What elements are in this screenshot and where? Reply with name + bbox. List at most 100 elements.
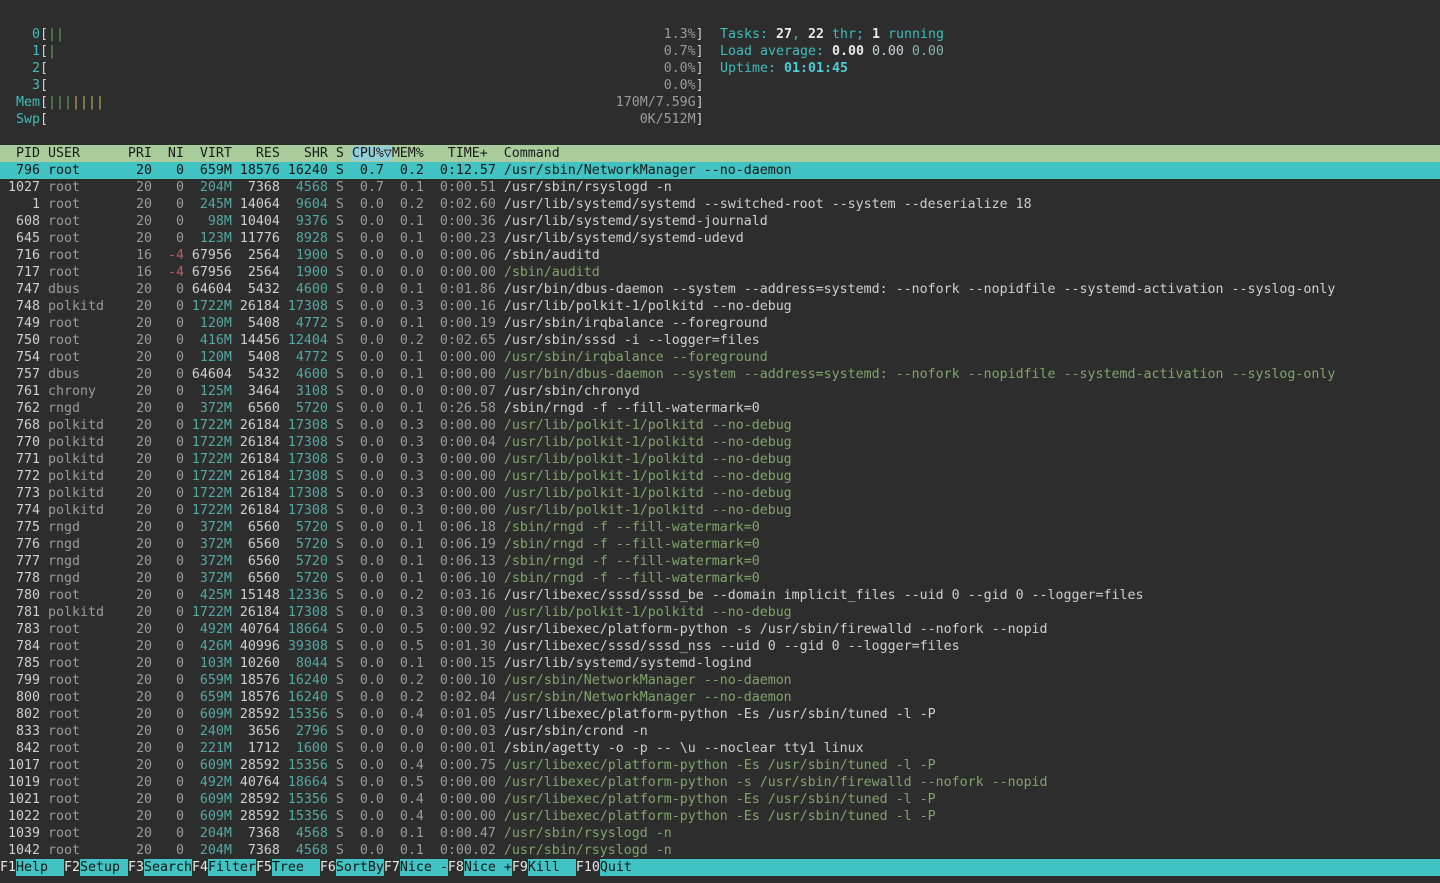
cell-mem: 0.1 (384, 571, 424, 586)
cell-shr: 4568 (280, 843, 328, 858)
fn-f1-help[interactable]: F1Help (0, 859, 64, 876)
cell-virt: 1722M (184, 452, 232, 467)
process-row-772[interactable]: 772 polkitd 20 0 1722M 26184 17308 S 0.0… (0, 468, 1440, 485)
process-row-802[interactable]: 802 root 20 0 609M 28592 15356 S 0.0 0.4… (0, 706, 1440, 723)
process-row-645[interactable]: 645 root 20 0 123M 11776 8928 S 0.0 0.1 … (0, 230, 1440, 247)
process-row-777[interactable]: 777 rngd 20 0 372M 6560 5720 S 0.0 0.1 0… (0, 553, 1440, 570)
process-row-775[interactable]: 775 rngd 20 0 372M 6560 5720 S 0.0 0.1 0… (0, 519, 1440, 536)
header-columns-right[interactable]: MEM% TIME+ Command (392, 146, 560, 161)
cell-virt: 372M (184, 537, 232, 552)
cell-command: /usr/lib/polkit-1/polkitd --no-debug (496, 452, 792, 467)
process-row-784[interactable]: 784 root 20 0 426M 40996 39308 S 0.0 0.5… (0, 638, 1440, 655)
cell-state: S (328, 418, 344, 433)
fn-f8-nice+[interactable]: F8Nice + (448, 859, 512, 876)
process-table-header[interactable]: PID USER PRI NI VIRT RES SHR S CPU%▽MEM%… (0, 145, 1440, 162)
process-row-762[interactable]: 762 rngd 20 0 372M 6560 5720 S 0.0 0.1 0… (0, 400, 1440, 417)
fn-f5-tree[interactable]: F5Tree (256, 859, 320, 876)
cell-state: S (328, 401, 344, 416)
cell-virt: 372M (184, 401, 232, 416)
cell-virt: 103M (184, 656, 232, 671)
cell-time: 0:00.06 (424, 248, 496, 263)
cell-command: /usr/sbin/chronyd (496, 384, 640, 399)
process-row-842[interactable]: 842 root 20 0 221M 1712 1600 S 0.0 0.0 0… (0, 740, 1440, 757)
fn-key-label: Tree (272, 859, 320, 876)
fn-f6-sortby[interactable]: F6SortBy (320, 859, 384, 876)
process-row-783[interactable]: 783 root 20 0 492M 40764 18664 S 0.0 0.5… (0, 621, 1440, 638)
process-row-770[interactable]: 770 polkitd 20 0 1722M 26184 17308 S 0.0… (0, 434, 1440, 451)
cell-res: 7368 (232, 180, 280, 195)
cell-shr: 1900 (280, 248, 328, 263)
fn-f3-search[interactable]: F3Search (128, 859, 192, 876)
process-row-1019[interactable]: 1019 root 20 0 492M 40764 18664 S 0.0 0.… (0, 774, 1440, 791)
process-row-761[interactable]: 761 chrony 20 0 125M 3464 3108 S 0.0 0.0… (0, 383, 1440, 400)
process-row-785[interactable]: 785 root 20 0 103M 10260 8044 S 0.0 0.1 … (0, 655, 1440, 672)
cell-cpu: 0.0 (344, 452, 384, 467)
process-row-1027[interactable]: 1027 root 20 0 204M 7368 4568 S 0.7 0.1 … (0, 179, 1440, 196)
process-row-773[interactable]: 773 polkitd 20 0 1722M 26184 17308 S 0.0… (0, 485, 1440, 502)
cell-shr: 16240 (280, 673, 328, 688)
cell-user: root (48, 350, 128, 365)
process-row-750[interactable]: 750 root 20 0 416M 14456 12404 S 0.0 0.2… (0, 332, 1440, 349)
process-row-796[interactable]: 796 root 20 0 659M 18576 16240 S 0.7 0.2… (0, 162, 1440, 179)
process-row-747[interactable]: 747 dbus 20 0 64604 5432 4600 S 0.0 0.1 … (0, 281, 1440, 298)
process-row-1022[interactable]: 1022 root 20 0 609M 28592 15356 S 0.0 0.… (0, 808, 1440, 825)
fn-f10-quit[interactable]: F10Quit (576, 859, 648, 876)
cell-user: root (48, 622, 128, 637)
cell-res: 5408 (232, 316, 280, 331)
cell-ni: 0 (152, 231, 184, 246)
cell-shr: 17308 (280, 486, 328, 501)
process-row-771[interactable]: 771 polkitd 20 0 1722M 26184 17308 S 0.0… (0, 451, 1440, 468)
process-row-800[interactable]: 800 root 20 0 659M 18576 16240 S 0.0 0.2… (0, 689, 1440, 706)
cell-user: polkitd (48, 503, 128, 518)
cell-pid: 774 (0, 503, 40, 518)
cell-mem: 0.0 (384, 384, 424, 399)
cell-time: 0:00.03 (424, 724, 496, 739)
process-row-778[interactable]: 778 rngd 20 0 372M 6560 5720 S 0.0 0.1 0… (0, 570, 1440, 587)
cell-command: /usr/sbin/irqbalance --foreground (496, 350, 768, 365)
process-row-768[interactable]: 768 polkitd 20 0 1722M 26184 17308 S 0.0… (0, 417, 1440, 434)
fn-f4-filter[interactable]: F4Filter (192, 859, 256, 876)
cell-state: S (328, 775, 344, 790)
cell-time: 0:00.15 (424, 656, 496, 671)
process-row-748[interactable]: 748 polkitd 20 0 1722M 26184 17308 S 0.0… (0, 298, 1440, 315)
cell-pid: 780 (0, 588, 40, 603)
process-row-780[interactable]: 780 root 20 0 425M 15148 12336 S 0.0 0.2… (0, 587, 1440, 604)
cell-user: polkitd (48, 452, 128, 467)
cell-command: /usr/libexec/platform-python -Es /usr/sb… (496, 792, 936, 807)
cell-time: 0:01.86 (424, 282, 496, 297)
cell-pri: 20 (128, 554, 152, 569)
cell-res: 5408 (232, 350, 280, 365)
cell-res: 28592 (232, 809, 280, 824)
process-row-776[interactable]: 776 rngd 20 0 372M 6560 5720 S 0.0 0.1 0… (0, 536, 1440, 553)
process-row-833[interactable]: 833 root 20 0 240M 3656 2796 S 0.0 0.0 0… (0, 723, 1440, 740)
process-row-716[interactable]: 716 root 16 -4 67956 2564 1900 S 0.0 0.0… (0, 247, 1440, 264)
cell-user: root (48, 673, 128, 688)
sort-column-cpu[interactable]: CPU%▽ (352, 146, 392, 161)
process-row-1039[interactable]: 1039 root 20 0 204M 7368 4568 S 0.0 0.1 … (0, 825, 1440, 842)
process-row-774[interactable]: 774 polkitd 20 0 1722M 26184 17308 S 0.0… (0, 502, 1440, 519)
cell-shr: 17308 (280, 418, 328, 433)
process-row-757[interactable]: 757 dbus 20 0 64604 5432 4600 S 0.0 0.1 … (0, 366, 1440, 383)
cell-cpu: 0.0 (344, 554, 384, 569)
process-row-754[interactable]: 754 root 20 0 120M 5408 4772 S 0.0 0.1 0… (0, 349, 1440, 366)
process-row-608[interactable]: 608 root 20 0 98M 10404 9376 S 0.0 0.1 0… (0, 213, 1440, 230)
process-table: 796 root 20 0 659M 18576 16240 S 0.7 0.2… (0, 162, 1440, 859)
process-row-717[interactable]: 717 root 16 -4 67956 2564 1900 S 0.0 0.0… (0, 264, 1440, 281)
cell-user: root (48, 265, 128, 280)
cell-ni: 0 (152, 197, 184, 212)
fn-f7-nice-[interactable]: F7Nice - (384, 859, 448, 876)
process-row-1042[interactable]: 1042 root 20 0 204M 7368 4568 S 0.0 0.1 … (0, 842, 1440, 859)
cell-ni: 0 (152, 792, 184, 807)
fn-f2-setup[interactable]: F2Setup (64, 859, 128, 876)
fn-f9-kill[interactable]: F9Kill (512, 859, 576, 876)
process-row-781[interactable]: 781 polkitd 20 0 1722M 26184 17308 S 0.0… (0, 604, 1440, 621)
process-row-799[interactable]: 799 root 20 0 659M 18576 16240 S 0.0 0.2… (0, 672, 1440, 689)
process-row-749[interactable]: 749 root 20 0 120M 5408 4772 S 0.0 0.1 0… (0, 315, 1440, 332)
cell-pid: 716 (0, 248, 40, 263)
process-row-1021[interactable]: 1021 root 20 0 609M 28592 15356 S 0.0 0.… (0, 791, 1440, 808)
cell-ni: 0 (152, 724, 184, 739)
header-columns-left[interactable]: PID USER PRI NI VIRT RES SHR S (0, 146, 352, 161)
process-row-1[interactable]: 1 root 20 0 245M 14064 9604 S 0.0 0.2 0:… (0, 196, 1440, 213)
process-row-1017[interactable]: 1017 root 20 0 609M 28592 15356 S 0.0 0.… (0, 757, 1440, 774)
cell-cpu: 0.0 (344, 503, 384, 518)
